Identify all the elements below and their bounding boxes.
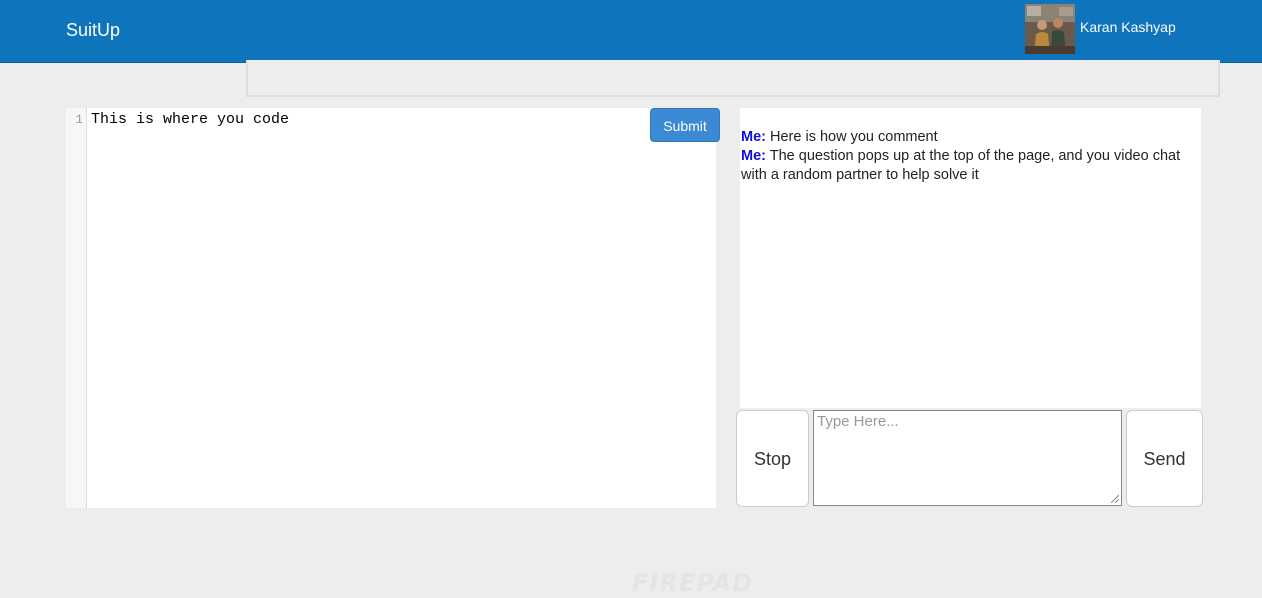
top-navbar: SuitUp Karan Kashyap xyxy=(0,0,1262,63)
user-name[interactable]: Karan Kashyap xyxy=(1080,18,1176,36)
stop-button[interactable]: Stop xyxy=(736,410,809,507)
chat-input[interactable] xyxy=(813,410,1122,506)
brand-link[interactable]: SuitUp xyxy=(66,19,120,41)
line-number-gutter: 1 xyxy=(66,108,87,508)
send-button[interactable]: Send xyxy=(1126,410,1203,507)
line-number: 1 xyxy=(75,112,83,127)
question-panel xyxy=(246,60,1220,97)
submit-button[interactable]: Submit xyxy=(650,108,720,142)
chat-log: Me: Here is how you comment Me: The ques… xyxy=(740,108,1201,408)
avatar-photo xyxy=(1025,4,1075,54)
user-avatar[interactable] xyxy=(1025,4,1075,54)
chat-message-text: Here is how you comment xyxy=(770,129,938,145)
chat-message: Me: Here is how you comment xyxy=(741,128,1196,147)
chat-message-sender: Me: xyxy=(741,129,766,145)
chat-message-sender: Me: xyxy=(741,148,766,164)
resize-grip-icon[interactable] xyxy=(1109,493,1119,503)
chat-message: Me: The question pops up at the top of t… xyxy=(741,147,1196,185)
firepad-logo: FIREPAD xyxy=(632,569,754,597)
chat-message-list: Me: Here is how you comment Me: The ques… xyxy=(741,128,1196,185)
chat-message-text: The question pops up at the top of the p… xyxy=(741,148,1181,183)
code-editor[interactable]: 1 This is where you code FIREPAD xyxy=(66,108,752,597)
code-line[interactable]: This is where you code xyxy=(91,112,289,127)
